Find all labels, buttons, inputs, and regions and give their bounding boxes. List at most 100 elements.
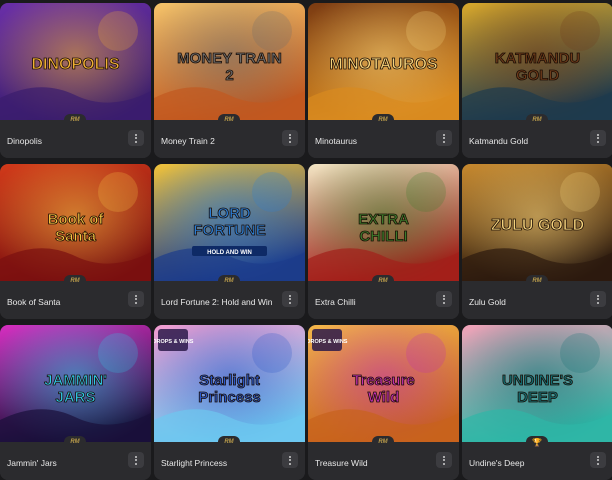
more-vertical-icon: [597, 298, 599, 300]
game-artwork: EXTRA CHILLI: [308, 164, 459, 281]
more-vertical-icon: [135, 462, 137, 465]
game-card-8[interactable]: JAMMIN' JARS RM Jammin' Jars: [0, 325, 151, 480]
game-title[interactable]: Minotaurus: [315, 136, 427, 146]
more-options-button[interactable]: [282, 130, 298, 146]
game-thumbnail[interactable]: MINOTAUROS: [308, 3, 459, 120]
more-options-button[interactable]: [282, 452, 298, 468]
game-title[interactable]: Undine's Deep: [469, 458, 581, 468]
game-title[interactable]: Katmandu Gold: [469, 136, 581, 146]
game-artwork: JAMMIN' JARS: [0, 325, 151, 442]
game-card-footer: RM Zulu Gold: [462, 275, 612, 319]
game-title[interactable]: Starlight Princess: [161, 458, 273, 468]
more-vertical-icon: [443, 455, 445, 458]
game-card-1[interactable]: MONEY TRAIN 2 RM Money Train 2: [154, 3, 305, 158]
more-vertical-icon: [443, 298, 445, 300]
game-title[interactable]: Zulu Gold: [469, 297, 581, 307]
more-vertical-icon: [443, 133, 445, 136]
game-card-3[interactable]: KATMANDU GOLD RM Katmandu Gold: [462, 3, 612, 158]
artwork-orb: [560, 333, 600, 373]
game-thumbnail[interactable]: EXTRA CHILLI: [308, 164, 459, 281]
game-thumbnail[interactable]: ZULU GOLD: [462, 164, 612, 281]
more-vertical-icon: [443, 459, 445, 461]
game-card-7[interactable]: ZULU GOLD RM Zulu Gold: [462, 164, 612, 319]
artwork-orb: [560, 172, 600, 212]
more-vertical-icon: [135, 455, 137, 458]
more-options-button[interactable]: [436, 452, 452, 468]
trophy-icon: 🏆: [526, 436, 548, 448]
more-vertical-icon: [135, 137, 137, 139]
artwork-orb: [560, 11, 600, 51]
more-options-button[interactable]: [128, 452, 144, 468]
game-logo: ZULU GOLD: [490, 217, 584, 235]
game-title[interactable]: Extra Chilli: [315, 297, 427, 307]
game-card-footer: RM Dinopolis: [0, 114, 151, 158]
more-vertical-icon: [443, 462, 445, 465]
more-options-button[interactable]: [590, 130, 606, 146]
game-card-10[interactable]: DROPS & WINS Treasure Wild RM Treasure Wil…: [308, 325, 459, 480]
game-thumbnail[interactable]: MONEY TRAIN 2: [154, 3, 305, 120]
artwork-orb: [406, 172, 446, 212]
game-card-5[interactable]: LORD FORTUNE HOLD AND WIN RM Lord Fortune …: [154, 164, 305, 319]
game-thumbnail[interactable]: UNDINE'S DEEP: [462, 325, 612, 442]
more-options-button[interactable]: [590, 291, 606, 307]
game-card-0[interactable]: DINOPOLIS RM Dinopolis: [0, 3, 151, 158]
artwork-orb: [406, 333, 446, 373]
game-artwork: UNDINE'S DEEP: [462, 325, 612, 442]
more-options-button[interactable]: [128, 291, 144, 307]
provider-logo-icon: RM: [526, 114, 548, 126]
provider-logo-icon: RM: [64, 275, 86, 287]
artwork-orb: [252, 333, 292, 373]
more-vertical-icon: [289, 137, 291, 139]
game-card-4[interactable]: Book of Santa RM Book of Santa: [0, 164, 151, 319]
more-vertical-icon: [289, 459, 291, 461]
game-thumbnail[interactable]: DROPS & WINS Treasure Wild: [308, 325, 459, 442]
game-title[interactable]: Lord Fortune 2: Hold and Win: [161, 297, 273, 307]
game-card-6[interactable]: EXTRA CHILLI RM Extra Chilli: [308, 164, 459, 319]
game-logo: Book of Santa: [47, 211, 105, 246]
trophy-icon: 🏆: [532, 437, 542, 447]
more-vertical-icon: [597, 294, 599, 297]
more-vertical-icon: [289, 133, 291, 136]
game-thumbnail[interactable]: KATMANDU GOLD: [462, 3, 612, 120]
provider-logo-icon: RM: [64, 114, 86, 126]
game-thumbnail[interactable]: Book of Santa: [0, 164, 151, 281]
game-thumbnail[interactable]: JAMMIN' JARS: [0, 325, 151, 442]
more-vertical-icon: [289, 294, 291, 297]
more-options-button[interactable]: [282, 291, 298, 307]
more-vertical-icon: [597, 459, 599, 461]
game-thumbnail[interactable]: LORD FORTUNE HOLD AND WIN: [154, 164, 305, 281]
provider-logo-icon: RM: [372, 275, 394, 287]
provider-logo-icon: RM: [218, 275, 240, 287]
game-logo-text: Book of Santa: [48, 211, 105, 245]
game-card-2[interactable]: MINOTAUROS RM Minotaurus: [308, 3, 459, 158]
artwork-orb: [252, 172, 292, 212]
game-thumbnail[interactable]: DROPS & WINS Starlight Princess: [154, 325, 305, 442]
more-vertical-icon: [597, 462, 599, 465]
game-title[interactable]: Dinopolis: [7, 136, 119, 146]
game-artwork: LORD FORTUNEHOLD AND WIN: [154, 164, 305, 281]
artwork-orb: [252, 11, 292, 51]
drops-wins-badge: DROPS & WINS: [308, 329, 348, 351]
game-thumbnail[interactable]: DINOPOLIS: [0, 3, 151, 120]
game-artwork: Book of Santa: [0, 164, 151, 281]
more-options-button[interactable]: [436, 291, 452, 307]
more-options-button[interactable]: [436, 130, 452, 146]
game-logo-text: EXTRA CHILLI: [358, 211, 409, 245]
game-card-footer: RM Book of Santa: [0, 275, 151, 319]
more-options-button[interactable]: [590, 452, 606, 468]
more-vertical-icon: [135, 294, 137, 297]
game-title[interactable]: Book of Santa: [7, 297, 119, 307]
game-title[interactable]: Treasure Wild: [315, 458, 427, 468]
game-title[interactable]: Money Train 2: [161, 136, 273, 146]
provider-logo-icon: RM: [526, 275, 548, 287]
more-vertical-icon: [289, 140, 291, 143]
game-card-9[interactable]: DROPS & WINS Starlight Princess RM Starlig…: [154, 325, 305, 480]
game-artwork: MINOTAUROS: [308, 3, 459, 120]
game-artwork: DROPS & WINS Starlight Princess: [154, 325, 305, 442]
more-vertical-icon: [289, 298, 291, 300]
game-card-footer: RM Katmandu Gold: [462, 114, 612, 158]
game-card-11[interactable]: UNDINE'S DEEP 🏆 Undine's Deep: [462, 325, 612, 480]
more-vertical-icon: [289, 301, 291, 304]
game-title[interactable]: Jammin' Jars: [7, 458, 119, 468]
more-options-button[interactable]: [128, 130, 144, 146]
